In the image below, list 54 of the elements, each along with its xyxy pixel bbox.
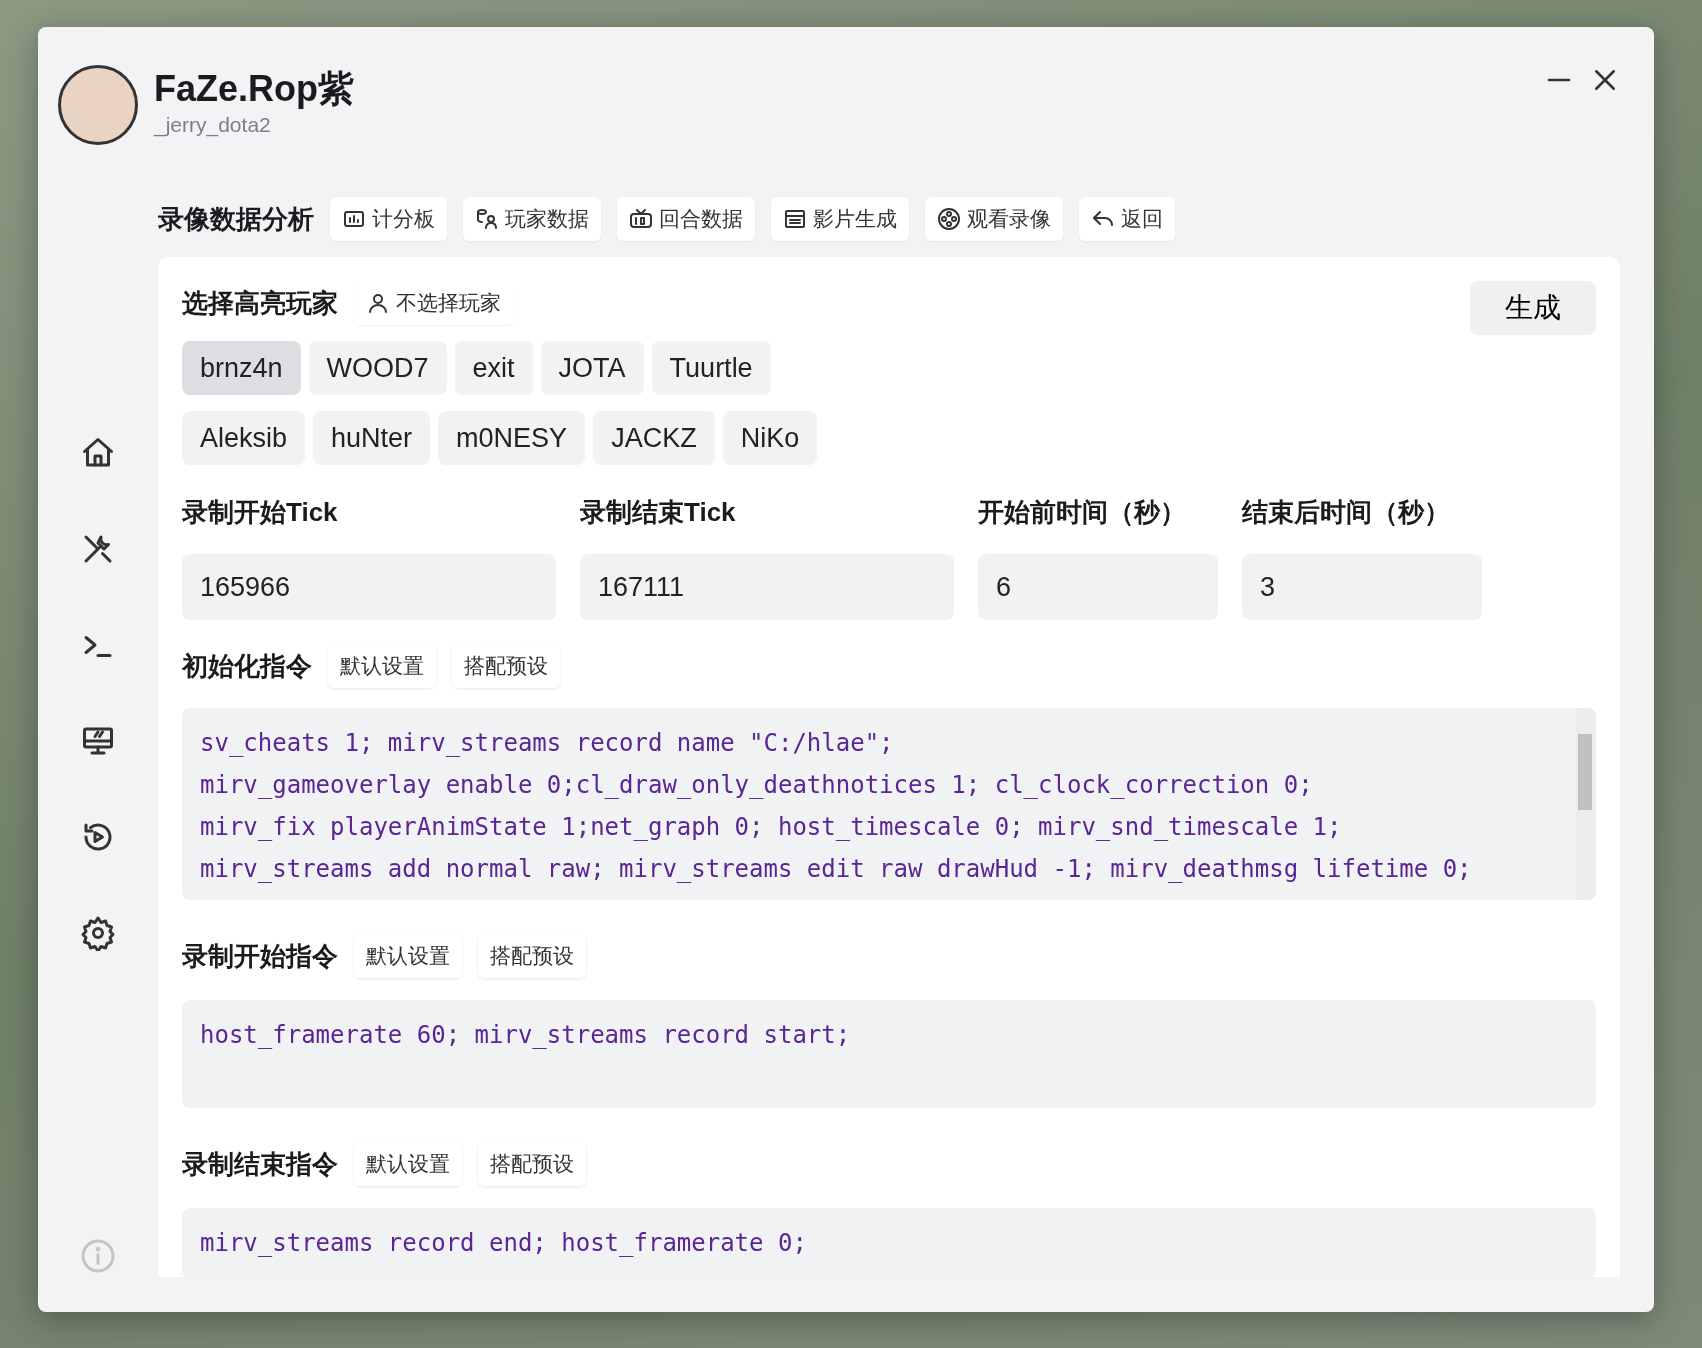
profile-handle: _jerry_dota2 [154, 112, 272, 139]
player-chip[interactable]: WOOD7 [308, 341, 447, 395]
clear-selection-button[interactable]: 不选择玩家 [354, 281, 513, 325]
input-field[interactable]: 165966 [182, 554, 556, 620]
preset-button[interactable]: 搭配预设 [478, 934, 586, 978]
section-title: 初始化指令 [182, 649, 312, 683]
field-label: 录制结束Tick [580, 496, 737, 529]
player-chip[interactable]: JACKZ [593, 411, 715, 465]
toolbar-button[interactable]: 玩家数据 [463, 197, 601, 241]
section-title: 选择高亮玩家 [182, 286, 338, 320]
preset-button[interactable]: 默认设置 [354, 1142, 462, 1186]
preset-button[interactable]: 搭配预设 [452, 644, 560, 688]
code-line: mirv_streams record end; host_framerate 0; [200, 1228, 808, 1259]
preset-button[interactable]: 默认设置 [328, 644, 436, 688]
player-chip[interactable]: exit [454, 341, 533, 395]
code-line: mirv_streams add normal raw; mirv_streams edit raw drawHud -1; mirv_deathmsg lifetime 0; [200, 854, 1473, 885]
toolbar-button[interactable]: 回合数据 [617, 197, 755, 241]
field-label: 结束后时间（秒） [1242, 496, 1451, 529]
preset-button[interactable]: 搭配预设 [478, 1142, 586, 1186]
code-editor[interactable]: host_framerate 60; mirv_streams record start; [182, 1000, 1596, 1108]
section-title: 录制结束指令 [182, 1147, 338, 1181]
generate-button[interactable]: 生成 [1470, 281, 1596, 335]
film-icon [783, 207, 807, 231]
input-field[interactable]: 167111 [580, 554, 954, 620]
code-line: sv_cheats 1; mirv_streams record name "C:/hlae"; [200, 728, 895, 759]
player-chip[interactable]: Tuurtle [651, 341, 771, 395]
player-chip[interactable]: m0NESY [438, 411, 586, 465]
scrollbar-thumb[interactable] [1578, 734, 1592, 810]
input-field[interactable]: 6 [978, 554, 1218, 620]
section-title: 录像数据分析 [158, 202, 314, 236]
settings-icon[interactable] [80, 915, 116, 951]
player-chip[interactable]: NiKo [722, 411, 818, 465]
field-label: 录制开始Tick [182, 496, 339, 529]
input-field[interactable]: 3 [1242, 554, 1482, 620]
player-chip[interactable]: Aleksib [182, 411, 306, 465]
code-line: mirv_fix playerAnimState 1;net_graph 0; host_timescale 0; mirv_snd_timescale 1; [200, 812, 1343, 843]
preset-button[interactable]: 默认设置 [354, 934, 462, 978]
toolbar-button[interactable]: 计分板 [330, 197, 447, 241]
code-editor[interactable]: mirv_streams record end; host_framerate 0; [182, 1208, 1596, 1278]
film-reel-icon [937, 207, 961, 231]
player-chip[interactable]: huNter [313, 411, 431, 465]
tv-icon [629, 207, 653, 231]
code-line: mirv_gameoverlay enable 0;cl_draw_only_deathnotices 1; cl_clock_correction 0; [200, 770, 1314, 801]
section-title: 录制开始指令 [182, 939, 338, 973]
profile-name: FaZe.Rop紫 [154, 69, 354, 110]
code-editor[interactable] [182, 708, 1596, 900]
player-chip[interactable]: JOTA [540, 341, 644, 395]
field-label: 开始前时间（秒） [978, 496, 1187, 529]
code-line: host_framerate 60; mirv_streams record start; [200, 1020, 852, 1051]
toolbar-button[interactable]: 观看录像 [925, 197, 1063, 241]
person-icon [366, 291, 390, 315]
toolbar-button[interactable]: 返回 [1079, 197, 1175, 241]
player-chip[interactable]: brnz4n [182, 341, 301, 395]
toolbar-button[interactable]: 影片生成 [771, 197, 909, 241]
